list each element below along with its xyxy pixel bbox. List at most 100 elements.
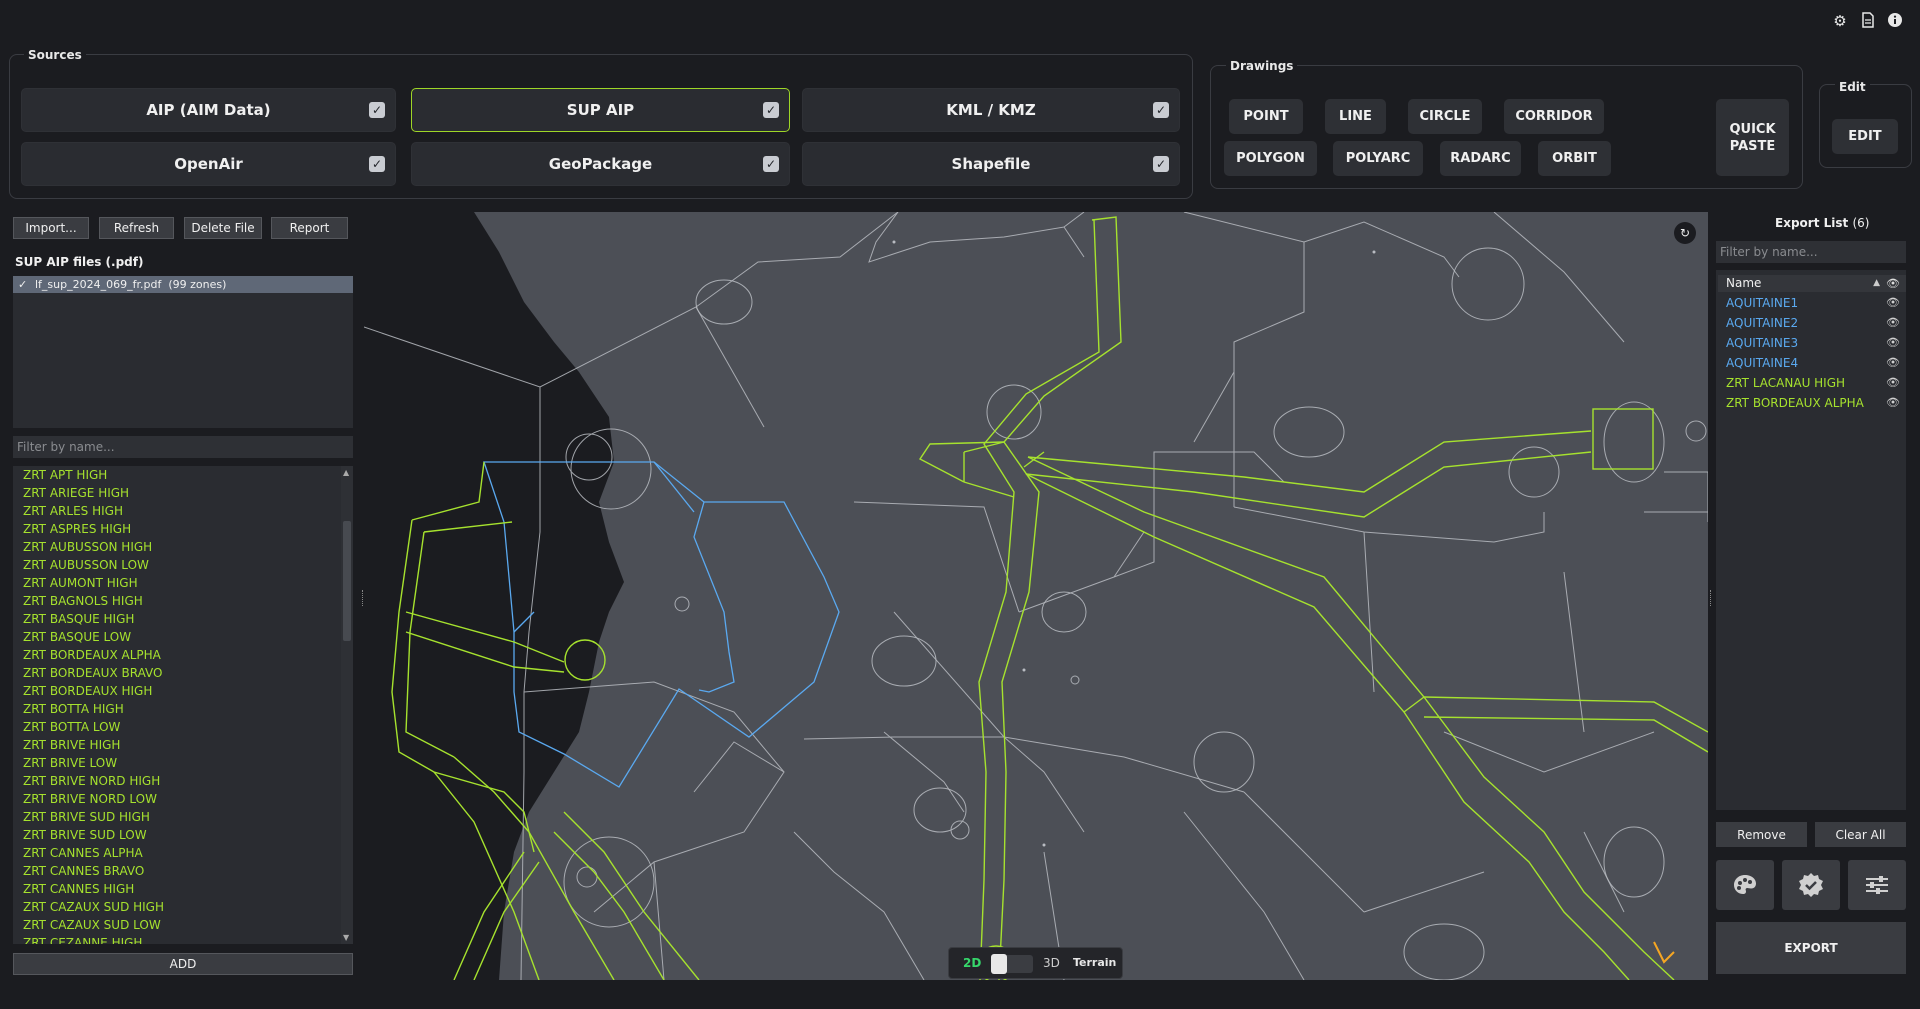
import-button[interactable]: Import...	[13, 217, 89, 239]
zone-list-item[interactable]: ZRT BORDEAUX BRAVO	[13, 664, 341, 682]
right-splitter-handle[interactable]	[1710, 590, 1712, 606]
export-list-item[interactable]: AQUITAINE4 👁	[1718, 353, 1906, 373]
map-view[interactable]: ↻	[364, 212, 1708, 980]
source-geopackage-button[interactable]: GeoPackage ✓	[411, 142, 790, 186]
zone-list-item[interactable]: ZRT BRIVE SUD LOW	[13, 826, 341, 844]
export-column-header[interactable]: Name ▲ 👁	[1718, 275, 1906, 292]
export-list-item[interactable]: AQUITAINE2 👁	[1718, 313, 1906, 333]
draw-line-button[interactable]: LINE	[1325, 99, 1386, 134]
document-icon[interactable]	[1859, 12, 1877, 30]
visibility-eye-icon[interactable]: 👁	[1886, 333, 1900, 353]
terrain-label[interactable]: Terrain	[1073, 956, 1116, 969]
source-sup-aip-button[interactable]: SUP AIP ✓	[411, 88, 790, 132]
zone-list-item[interactable]: ZRT CAZAUX SUD HIGH	[13, 898, 341, 916]
source-kml-checkbox[interactable]: ✓	[1153, 102, 1169, 118]
palette-button[interactable]	[1716, 860, 1774, 910]
visibility-eye-icon[interactable]: 👁	[1886, 393, 1900, 413]
zone-list-item[interactable]: ZRT AUBUSSON LOW	[13, 556, 341, 574]
export-title-text: Export List	[1775, 216, 1849, 230]
draw-polygon-button[interactable]: POLYGON	[1224, 141, 1317, 176]
view-mode-switch[interactable]	[991, 954, 1033, 974]
zone-list-item[interactable]: ZRT BRIVE NORD HIGH	[13, 772, 341, 790]
map-canvas[interactable]	[364, 212, 1708, 980]
remove-button[interactable]: Remove	[1716, 822, 1807, 847]
zone-list-item[interactable]: ZRT BRIVE HIGH	[13, 736, 341, 754]
gear-icon[interactable]: ⚙	[1831, 12, 1849, 30]
zone-list-item[interactable]: ZRT CANNES BRAVO	[13, 862, 341, 880]
source-shapefile-checkbox[interactable]: ✓	[1153, 156, 1169, 172]
visibility-eye-icon[interactable]: 👁	[1886, 293, 1900, 313]
clear-all-button[interactable]: Clear All	[1815, 822, 1906, 847]
export-list-item[interactable]: ZRT BORDEAUX ALPHA 👁	[1718, 393, 1906, 413]
sort-asc-icon[interactable]: ▲	[1873, 275, 1880, 292]
export-button[interactable]: EXPORT	[1716, 922, 1906, 974]
visibility-eye-icon[interactable]: 👁	[1886, 373, 1900, 393]
refresh-button[interactable]: Refresh	[99, 217, 174, 239]
toggle-2d-label[interactable]: 2D	[963, 956, 981, 970]
report-button[interactable]: Report	[271, 217, 348, 239]
zone-list-item[interactable]: ZRT BOTTA HIGH	[13, 700, 341, 718]
source-shapefile-button[interactable]: Shapefile ✓	[802, 142, 1180, 186]
scroll-thumb[interactable]	[343, 521, 351, 641]
visibility-eye-icon[interactable]: 👁	[1886, 353, 1900, 373]
quick-paste-button[interactable]: QUICK PASTE	[1716, 99, 1789, 176]
map-refresh-icon[interactable]: ↻	[1674, 222, 1696, 244]
zone-list-item[interactable]: ZRT BRIVE NORD LOW	[13, 790, 341, 808]
draw-radarc-button[interactable]: RADARC	[1440, 141, 1521, 176]
zone-list-item[interactable]: ZRT BRIVE LOW	[13, 754, 341, 772]
draw-orbit-button[interactable]: ORBIT	[1538, 141, 1611, 176]
zone-list-item[interactable]: ZRT BAGNOLS HIGH	[13, 592, 341, 610]
zone-list-scrollbar[interactable]: ▲ ▼	[341, 466, 353, 944]
source-aip-checkbox[interactable]: ✓	[369, 102, 385, 118]
settings-sliders-button[interactable]	[1848, 860, 1906, 910]
zone-filter-input[interactable]	[13, 436, 353, 458]
export-list-item[interactable]: AQUITAINE3 👁	[1718, 333, 1906, 353]
source-openair-checkbox[interactable]: ✓	[369, 156, 385, 172]
check-badge-icon	[1799, 873, 1823, 897]
export-list-item[interactable]: AQUITAINE1 👁	[1718, 293, 1906, 313]
zone-list-item[interactable]: ZRT BORDEAUX ALPHA	[13, 646, 341, 664]
scroll-up-icon[interactable]: ▲	[343, 468, 349, 477]
zone-list-item[interactable]: ZRT BORDEAUX HIGH	[13, 682, 341, 700]
zone-list-item[interactable]: ZRT BASQUE HIGH	[13, 610, 341, 628]
source-geopackage-checkbox[interactable]: ✓	[763, 156, 779, 172]
source-aip-button[interactable]: AIP (AIM Data) ✓	[21, 88, 396, 132]
validate-button[interactable]	[1782, 860, 1840, 910]
draw-point-button[interactable]: POINT	[1229, 99, 1303, 134]
zone-list-item[interactable]: ZRT BOTTA LOW	[13, 718, 341, 736]
export-filter-input[interactable]	[1716, 241, 1906, 263]
eye-header-icon[interactable]: 👁	[1886, 275, 1900, 292]
zone-list-item[interactable]: ZRT CAZAUX SUD LOW	[13, 916, 341, 934]
edit-title: Edit	[1835, 80, 1870, 94]
zone-list-item[interactable]: ZRT ASPRES HIGH	[13, 520, 341, 538]
delete-file-button[interactable]: Delete File	[184, 217, 262, 239]
zone-list-item[interactable]: ZRT CANNES HIGH	[13, 880, 341, 898]
zone-list-item[interactable]: ZRT ARLES HIGH	[13, 502, 341, 520]
source-kml-button[interactable]: KML / KMZ ✓	[802, 88, 1180, 132]
add-button[interactable]: ADD	[13, 953, 353, 975]
scroll-down-icon[interactable]: ▼	[343, 933, 349, 942]
source-kml-label: KML / KMZ	[946, 101, 1036, 119]
view-toggle-bar: 2D 3D Terrain	[948, 947, 1123, 979]
zone-list-item[interactable]: ZRT CEZANNE HIGH	[13, 934, 341, 944]
edit-button[interactable]: EDIT	[1832, 119, 1898, 154]
info-icon[interactable]	[1886, 12, 1904, 30]
zone-list-item[interactable]: ZRT BRIVE SUD HIGH	[13, 808, 341, 826]
source-openair-button[interactable]: OpenAir ✓	[21, 142, 396, 186]
zone-list-item[interactable]: ZRT CANNES ALPHA	[13, 844, 341, 862]
source-sup-aip-checkbox[interactable]: ✓	[763, 102, 779, 118]
draw-corridor-button[interactable]: CORRIDOR	[1504, 99, 1604, 134]
visibility-eye-icon[interactable]: 👁	[1886, 313, 1900, 333]
draw-polyarc-button[interactable]: POLYARC	[1333, 141, 1423, 176]
zone-list-item[interactable]: ZRT AUBUSSON HIGH	[13, 538, 341, 556]
zone-list-item[interactable]: ZRT AUMONT HIGH	[13, 574, 341, 592]
zone-list-item[interactable]: ZRT APT HIGH	[13, 466, 341, 484]
zone-list-item[interactable]: ZRT ARIEGE HIGH	[13, 484, 341, 502]
zone-list-item[interactable]: ZRT BASQUE LOW	[13, 628, 341, 646]
draw-circle-button[interactable]: CIRCLE	[1408, 99, 1482, 134]
file-item[interactable]: ✓ lf_sup_2024_069_fr.pdf (99 zones)	[13, 276, 353, 293]
export-item-name: AQUITAINE1	[1726, 296, 1799, 310]
export-list-item[interactable]: ZRT LACANAU HIGH 👁	[1718, 373, 1906, 393]
export-count: (6)	[1852, 216, 1870, 230]
toggle-3d-label[interactable]: 3D	[1043, 956, 1060, 970]
